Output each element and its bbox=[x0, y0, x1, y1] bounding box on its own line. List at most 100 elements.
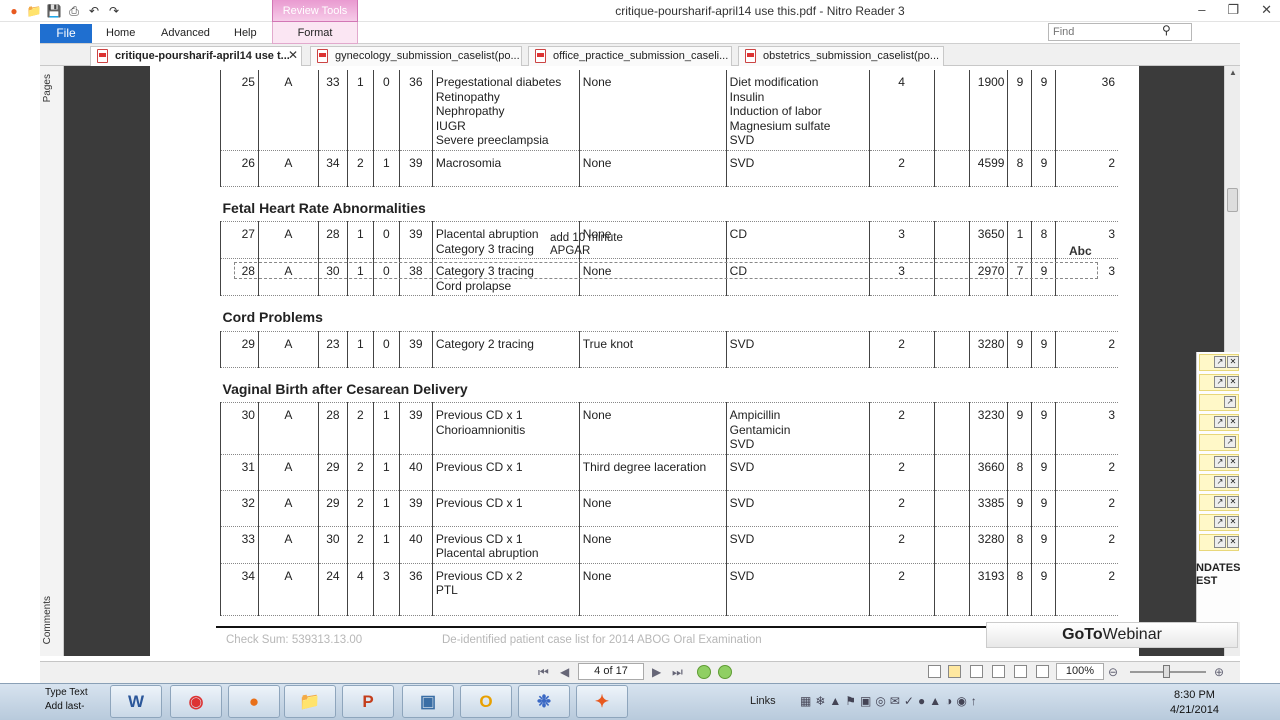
undo-icon[interactable]: ↶ bbox=[86, 3, 102, 19]
doc-tab-gynecology[interactable]: gynecology_submission_caselist(po... bbox=[310, 46, 522, 66]
fit-page-icon[interactable] bbox=[1036, 665, 1049, 678]
system-tray-icons[interactable]: ▦❄▲⚑▣◎✉✓●▲◑◉↑ bbox=[800, 694, 981, 708]
document-viewport[interactable]: 25 A 33 1 0 36 Pregestational diabetes Retinop… bbox=[64, 66, 1224, 656]
gtw-row[interactable]: ↗ bbox=[1199, 394, 1239, 411]
powerpoint-taskbar-icon[interactable]: P bbox=[342, 685, 394, 718]
search-icon[interactable]: ⚲ bbox=[1162, 23, 1171, 37]
last-page-icon[interactable]: ⏭ bbox=[672, 665, 683, 680]
popout-icon[interactable]: ↗ bbox=[1214, 516, 1226, 528]
gtw-row[interactable]: ↗ ✕ bbox=[1199, 494, 1239, 511]
table-row: 25 A 33 1 0 36 Pregestational diabetes Retinop… bbox=[220, 70, 1118, 151]
close-icon[interactable]: ✕ bbox=[1227, 356, 1239, 368]
outlook-taskbar-icon[interactable]: O bbox=[460, 685, 512, 718]
print-icon[interactable]: ⎙ bbox=[66, 3, 82, 19]
prev-page-icon[interactable]: ◀ bbox=[560, 665, 569, 679]
popout-icon[interactable]: ↗ bbox=[1214, 536, 1226, 548]
case-number-cell: 26 bbox=[220, 150, 259, 187]
gotowebinar-logo-bold: GoTo bbox=[1062, 626, 1103, 643]
firefox-taskbar-icon[interactable]: ● bbox=[228, 685, 280, 718]
next-page-icon[interactable]: ▶ bbox=[652, 665, 661, 679]
minimize-icon[interactable]: – bbox=[1198, 2, 1205, 18]
single-page-view-icon[interactable] bbox=[928, 665, 941, 678]
scroll-up-icon[interactable]: ▲ bbox=[1229, 68, 1237, 77]
tab-format[interactable]: Format bbox=[272, 22, 358, 44]
zoom-slider-thumb[interactable] bbox=[1163, 665, 1170, 678]
save-icon[interactable]: 💾 bbox=[46, 3, 62, 19]
gotomeeting-taskbar-icon[interactable]: ❉ bbox=[518, 685, 570, 718]
comments-panel-tab[interactable]: Comments bbox=[42, 596, 53, 644]
section-heading-row: Cord Problems bbox=[220, 295, 1118, 332]
gravidity-cell: 1 bbox=[346, 70, 374, 151]
explorer-taskbar-icon[interactable]: 📁 bbox=[284, 685, 336, 718]
apgar-5-cell: 8 bbox=[1031, 221, 1056, 259]
last-value-cell: 2 bbox=[1055, 454, 1118, 491]
close-icon[interactable]: ✕ bbox=[1227, 536, 1239, 548]
tab-home[interactable]: Home bbox=[106, 27, 135, 39]
apgar-1-cell: 8 bbox=[1007, 150, 1032, 187]
gotowebinar-bar[interactable]: GoToWebinar bbox=[986, 622, 1238, 648]
nitro-taskbar-icon[interactable]: ✦ bbox=[576, 685, 628, 718]
gtw-row[interactable]: ↗ ✕ bbox=[1199, 354, 1239, 371]
doc-tab-obstetrics[interactable]: obstetrics_submission_caselist(po... bbox=[738, 46, 944, 66]
first-page-icon[interactable]: ⏮ bbox=[538, 665, 549, 680]
popout-icon[interactable]: ↗ bbox=[1214, 356, 1226, 368]
continuous-view-icon[interactable] bbox=[948, 665, 961, 678]
close-icon[interactable]: ✕ bbox=[1227, 456, 1239, 468]
zoom-field[interactable]: 100% bbox=[1056, 663, 1104, 680]
close-icon[interactable]: ✕ bbox=[1227, 516, 1239, 528]
open-icon[interactable]: 📁 bbox=[26, 3, 42, 19]
close-icon[interactable]: ✕ bbox=[1227, 376, 1239, 388]
blank-cell bbox=[933, 526, 969, 564]
pages-panel-tab[interactable]: Pages bbox=[42, 74, 53, 102]
doc-tab-office-practice[interactable]: office_practice_submission_caseli... bbox=[528, 46, 732, 66]
taskbar-clock[interactable]: 8:30 PM 4/21/2014 bbox=[1170, 688, 1219, 718]
popout-icon[interactable]: ↗ bbox=[1224, 436, 1236, 448]
chrome-taskbar-icon[interactable]: ◉ bbox=[170, 685, 222, 718]
stay-cell: 2 bbox=[868, 490, 935, 527]
fit-width-icon[interactable] bbox=[1014, 665, 1027, 678]
forward-icon[interactable] bbox=[718, 665, 732, 679]
popout-icon[interactable]: ↗ bbox=[1224, 396, 1236, 408]
file-button[interactable]: File bbox=[40, 24, 92, 43]
birth-weight-cell: 3280 bbox=[968, 331, 1008, 368]
facing-continuous-view-icon[interactable] bbox=[992, 665, 1005, 678]
popout-icon[interactable]: ↗ bbox=[1214, 376, 1226, 388]
doc-tab-critique[interactable]: critique-poursharif-april14 use t... bbox=[90, 46, 302, 66]
tab-close-icon[interactable]: ✕ bbox=[288, 48, 298, 62]
popout-icon[interactable]: ↗ bbox=[1214, 416, 1226, 428]
network-taskbar-icon[interactable]: ▣ bbox=[402, 685, 454, 718]
redo-icon[interactable]: ↷ bbox=[106, 3, 122, 19]
popout-icon[interactable]: ↗ bbox=[1214, 456, 1226, 468]
gtw-row[interactable]: ↗ bbox=[1199, 434, 1239, 451]
gtw-row[interactable]: ↗ ✕ bbox=[1199, 454, 1239, 471]
facing-view-icon[interactable] bbox=[970, 665, 983, 678]
popout-icon[interactable]: ↗ bbox=[1214, 496, 1226, 508]
zoom-out-icon[interactable]: ⊖ bbox=[1108, 665, 1118, 679]
gtw-row[interactable]: ↗ ✕ bbox=[1199, 474, 1239, 491]
page-number-field[interactable]: 4 of 17 bbox=[578, 663, 644, 680]
sticky-note-annotation[interactable]: add 10 minute APGAR bbox=[550, 232, 623, 258]
gtw-row[interactable]: ↗ ✕ bbox=[1199, 514, 1239, 531]
blank-cell bbox=[933, 221, 969, 259]
back-icon[interactable] bbox=[697, 665, 711, 679]
case-number-cell: 33 bbox=[220, 526, 259, 564]
gtw-row[interactable]: ↗ ✕ bbox=[1199, 534, 1239, 551]
close-icon[interactable]: ✕ bbox=[1227, 416, 1239, 428]
zoom-in-icon[interactable]: ⊕ bbox=[1214, 665, 1224, 679]
scroll-thumb[interactable] bbox=[1227, 188, 1238, 212]
tab-advanced[interactable]: Advanced bbox=[161, 27, 210, 39]
birth-weight-cell: 3660 bbox=[968, 454, 1008, 491]
close-icon[interactable]: ✕ bbox=[1227, 476, 1239, 488]
popout-icon[interactable]: ↗ bbox=[1214, 476, 1226, 488]
close-icon[interactable]: ✕ bbox=[1227, 496, 1239, 508]
restore-icon[interactable]: ❐ bbox=[1227, 2, 1239, 18]
gtw-row[interactable]: ↗ ✕ bbox=[1199, 414, 1239, 431]
stay-cell: 3 bbox=[868, 221, 935, 259]
word-taskbar-icon[interactable]: W bbox=[110, 685, 162, 718]
case-number-cell: 31 bbox=[220, 454, 259, 491]
close-icon[interactable]: ✕ bbox=[1261, 2, 1272, 18]
gtw-row[interactable]: ↗ ✕ bbox=[1199, 374, 1239, 391]
tab-help[interactable]: Help bbox=[234, 27, 257, 39]
table-row: 27 A 28 1 0 39 Placental abruption Category 3 … bbox=[220, 221, 1118, 259]
links-toolbar[interactable]: Links bbox=[750, 695, 776, 707]
